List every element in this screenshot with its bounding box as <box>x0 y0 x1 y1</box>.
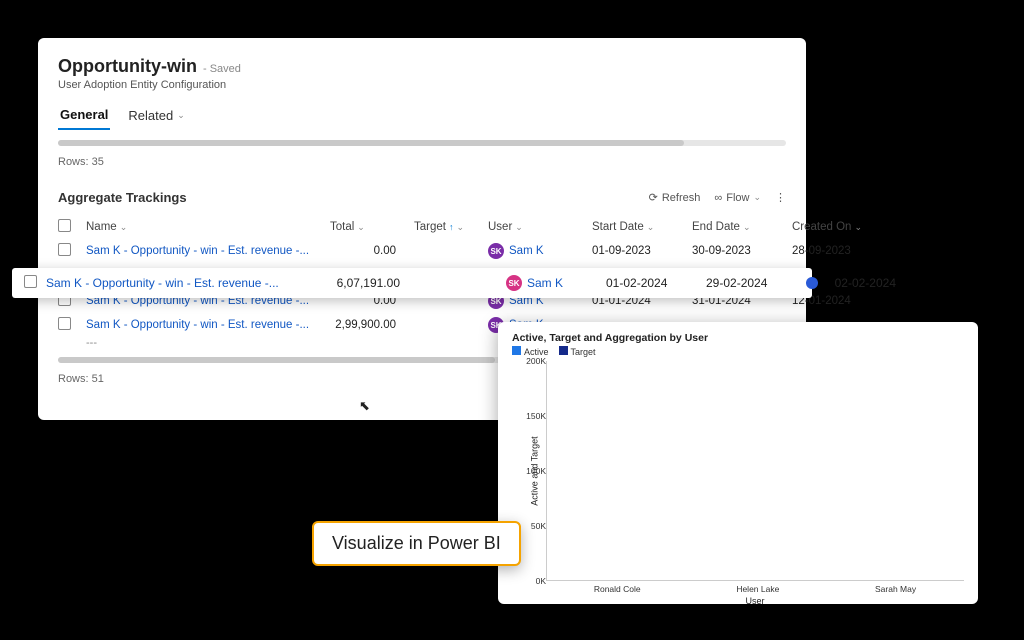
selection-handle-icon[interactable] <box>806 277 818 289</box>
tab-related[interactable]: Related ⌄ <box>126 103 186 130</box>
col-end-date[interactable]: End Date⌄ <box>692 221 788 233</box>
x-tick-label: Sarah May <box>875 584 916 594</box>
cell-created: 28-09-2023 <box>792 245 882 257</box>
avatar: SK <box>488 243 504 259</box>
chart-title: Active, Target and Aggregation by User <box>512 332 964 344</box>
cell-total: 2,99,900.00 <box>330 319 410 331</box>
name-link[interactable]: Sam K - Opportunity - win - Est. revenue… <box>86 319 326 331</box>
subgrid-title: Aggregate Trackings <box>58 190 187 205</box>
tab-general[interactable]: General <box>58 103 110 130</box>
refresh-label: Refresh <box>662 192 701 204</box>
form-tabs: General Related ⌄ <box>58 103 786 130</box>
plot-area <box>546 361 964 581</box>
avatar: SK <box>506 275 522 291</box>
save-status: - Saved <box>203 63 241 75</box>
refresh-icon: ⟳ <box>649 191 658 204</box>
flow-button[interactable]: ∞ Flow ⌄ <box>714 192 761 204</box>
entity-subtitle: User Adoption Entity Configuration <box>58 79 786 91</box>
chart-legend: Active Target <box>512 346 964 357</box>
col-created-on[interactable]: Created On⌄ <box>792 221 882 233</box>
cell-total: 0.00 <box>330 245 410 257</box>
user-lookup[interactable]: SKSam K <box>488 243 588 259</box>
legend-item-target[interactable]: Target <box>559 346 596 357</box>
grid-header: Name⌄ Total⌄ Target↑⌄ User⌄ Start Date⌄ … <box>58 215 786 239</box>
horizontal-scrollbar[interactable] <box>58 140 786 146</box>
page-title: Opportunity-win <box>58 56 197 77</box>
cell-start: 01-09-2023 <box>592 245 688 257</box>
x-axis-title: User <box>546 596 964 606</box>
select-all-checkbox[interactable] <box>58 219 71 232</box>
col-total[interactable]: Total⌄ <box>330 221 410 233</box>
more-button[interactable]: ⋮ <box>775 191 786 204</box>
row-checkbox[interactable] <box>58 243 71 256</box>
chevron-down-icon: ⌄ <box>753 192 761 203</box>
callout-visualize-powerbi: Visualize in Power BI <box>312 521 521 566</box>
row-checkbox[interactable] <box>58 317 71 330</box>
tab-related-label: Related <box>128 108 173 123</box>
row-checkbox[interactable] <box>24 275 37 288</box>
cell-start: 01-02-2024 <box>606 276 706 290</box>
cell-created: 02-02-2024 <box>806 276 906 290</box>
x-tick-label: Helen Lake <box>736 584 779 594</box>
name-link[interactable]: Sam K - Opportunity - win - Est. revenue… <box>46 276 316 290</box>
highlighted-row[interactable]: Sam K - Opportunity - win - Est. revenue… <box>12 268 812 298</box>
col-user[interactable]: User⌄ <box>488 221 588 233</box>
chevron-down-icon: ⌄ <box>177 110 185 121</box>
subgrid-toolbar: ⟳ Refresh ∞ Flow ⌄ ⋮ <box>649 191 786 204</box>
cell-end: 29-02-2024 <box>706 276 806 290</box>
col-start-date[interactable]: Start Date⌄ <box>592 221 688 233</box>
x-axis-labels: Ronald Cole Helen Lake Sarah May <box>546 584 964 594</box>
user-lookup[interactable]: SKSam K <box>506 275 606 291</box>
flow-icon: ∞ <box>714 192 722 204</box>
grid-row[interactable]: Sam K - Opportunity - win - Est. revenue… <box>58 239 786 263</box>
col-name[interactable]: Name⌄ <box>86 221 326 233</box>
chart-plot: Active and Target 200K 150K 100K 50K 0K <box>512 361 964 581</box>
row-count-top: Rows: 35 <box>58 156 786 168</box>
powerbi-chart-panel: Active, Target and Aggregation by User A… <box>498 322 978 604</box>
x-tick-label: Ronald Cole <box>594 584 641 594</box>
cell-end: 30-09-2023 <box>692 245 788 257</box>
col-target[interactable]: Target↑⌄ <box>414 221 484 233</box>
refresh-button[interactable]: ⟳ Refresh <box>649 191 701 204</box>
flow-label: Flow <box>726 192 749 204</box>
cell-total: 6,07,191.00 <box>316 276 426 290</box>
name-link[interactable]: Sam K - Opportunity - win - Est. revenue… <box>86 245 326 257</box>
